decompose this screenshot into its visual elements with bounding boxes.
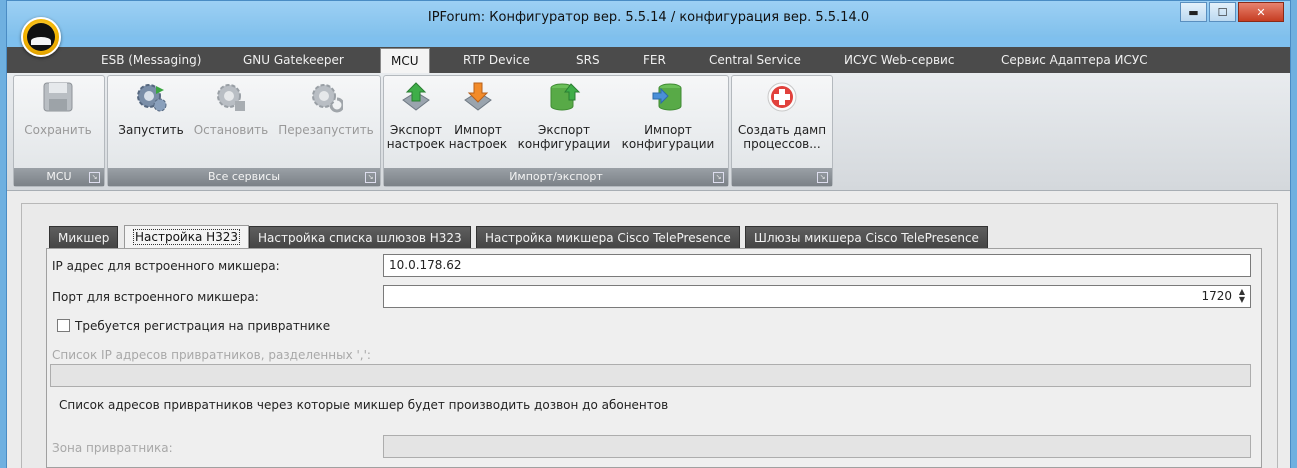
tab-mixer[interactable]: Микшер	[49, 226, 119, 248]
import-settings-button[interactable]: Импорт настроек	[446, 80, 510, 151]
gears-stop-icon	[217, 84, 245, 111]
export-settings-label-2: настроек	[386, 137, 446, 151]
gatekeeper-registration-label: Требуется регистрация на привратнике	[75, 319, 331, 333]
tab-fer[interactable]: FER	[643, 53, 666, 67]
tab-isus-web-service[interactable]: ИСУС Web-сервис	[844, 53, 954, 67]
import-settings-label-2: настроек	[448, 137, 508, 151]
create-dump-label-1: Создать дамп	[737, 123, 827, 137]
tab-esb-messaging[interactable]: ESB (Messaging)	[101, 53, 201, 67]
import-settings-label-1: Импорт	[454, 123, 502, 137]
ribbon-group-all-services: Запустить Остановить Перезапустить Все с…	[107, 75, 381, 187]
tab-srs[interactable]: SRS	[576, 53, 600, 67]
gatekeeper-zone-input[interactable]	[383, 435, 1251, 458]
medical-cross-icon	[767, 82, 797, 112]
stop-button[interactable]: Остановить	[190, 80, 272, 137]
maximize-icon[interactable]: ☐	[1209, 2, 1236, 22]
ribbon: Сохранить MCU ↘ Запустить Остановить Пер…	[7, 73, 1290, 191]
port-value: 1720	[1201, 289, 1232, 303]
gatekeeper-hint-text: Список адресов привратников через которы…	[59, 398, 669, 412]
group-launcher-icon[interactable]: ↘	[89, 172, 100, 183]
group-label-import-export: Импорт/экспорт	[384, 168, 728, 186]
restart-button[interactable]: Перезапустить	[274, 80, 378, 137]
tab-gnu-gatekeeper[interactable]: GNU Gatekeeper	[243, 53, 344, 67]
tab-h323-settings-label: Настройка H323	[133, 229, 241, 245]
gatekeeper-registration-checkbox[interactable]	[57, 319, 70, 332]
spin-arrows-icon[interactable]: ▲ ▼	[1237, 288, 1247, 305]
create-dump-label-2: процессов...	[743, 137, 821, 151]
restart-label: Перезапустить	[278, 123, 374, 137]
save-label: Сохранить	[24, 123, 92, 137]
import-db-icon	[652, 83, 682, 111]
ip-address-input[interactable]: 10.0.178.62	[383, 254, 1251, 277]
export-config-label-2: конфигурации	[517, 137, 611, 151]
port-label: Порт для встроенного микшера:	[52, 290, 259, 304]
export-arrow-icon	[402, 82, 430, 111]
tab-isus-adapter-service[interactable]: Сервис Адаптера ИСУС	[1001, 53, 1148, 67]
start-button[interactable]: Запустить	[112, 80, 190, 137]
tab-mcu[interactable]: MCU	[380, 48, 430, 73]
port-stepper[interactable]: 1720 ▲ ▼	[383, 285, 1251, 308]
create-dump-button[interactable]: Создать дамп процессов...	[734, 80, 830, 151]
window-controls: ▬ ☐ ✕	[1180, 2, 1284, 22]
export-settings-button[interactable]: Экспорт настроек	[386, 80, 446, 151]
ribbon-group-import-export: Экспорт настроек Импорт настроек Экспорт	[383, 75, 729, 187]
tab-cisco-telepresence-gateways[interactable]: Шлюзы микшера Cisco TelePresence	[745, 226, 988, 248]
floppy-disk-icon	[43, 82, 73, 112]
group-launcher-icon[interactable]: ↘	[365, 172, 376, 183]
export-db-icon	[550, 83, 581, 111]
tab-rtp-device[interactable]: RTP Device	[463, 53, 530, 67]
application-orb-icon[interactable]	[21, 17, 61, 57]
import-config-label-1: Импорт	[644, 123, 692, 137]
gears-restart-icon	[312, 84, 345, 113]
start-label: Запустить	[118, 123, 184, 137]
window-title: IPForum: Конфигуратор вер. 5.5.14 / конф…	[427, 10, 870, 25]
minimize-icon[interactable]: ▬	[1180, 2, 1207, 22]
export-settings-label-1: Экспорт	[389, 123, 443, 137]
gatekeeper-zone-label: Зона привратника:	[52, 441, 173, 455]
export-config-button[interactable]: Экспорт конфигурации	[512, 80, 616, 151]
main-tab-bar: ESB (Messaging) GNU Gatekeeper MCU RTP D…	[7, 47, 1290, 73]
tab-cisco-telepresence-mixer[interactable]: Настройка микшера Cisco TelePresence	[476, 226, 740, 248]
ip-address-label: IP адрес для встроенного микшера:	[52, 259, 280, 273]
tab-central-service[interactable]: Central Service	[709, 53, 801, 67]
save-button[interactable]: Сохранить	[18, 80, 98, 137]
group-launcher-icon[interactable]: ↘	[817, 172, 828, 183]
import-config-label-2: конфигурации	[621, 137, 715, 151]
gatekeeper-list-input[interactable]	[50, 364, 1251, 387]
gatekeeper-list-label: Список IP адресов привратников, разделен…	[52, 348, 371, 362]
stop-label: Остановить	[193, 123, 269, 137]
ribbon-group-dump: Создать дамп процессов... ↘	[731, 75, 833, 187]
import-arrow-icon	[464, 82, 492, 111]
tab-h323-gateways[interactable]: Настройка списка шлюзов H323	[249, 226, 471, 248]
ribbon-group-mcu: Сохранить MCU ↘	[13, 75, 105, 187]
group-label-all-services: Все сервисы	[108, 168, 380, 186]
title-bar[interactable]: IPForum: Конфигуратор вер. 5.5.14 / конф…	[7, 1, 1290, 37]
import-config-button[interactable]: Импорт конфигурации	[618, 80, 718, 151]
tab-h323-settings[interactable]: Настройка H323	[124, 225, 250, 249]
group-launcher-icon[interactable]: ↘	[713, 172, 724, 183]
export-config-label-1: Экспорт	[537, 123, 591, 137]
close-icon[interactable]: ✕	[1238, 2, 1284, 22]
gears-start-icon	[137, 84, 167, 112]
